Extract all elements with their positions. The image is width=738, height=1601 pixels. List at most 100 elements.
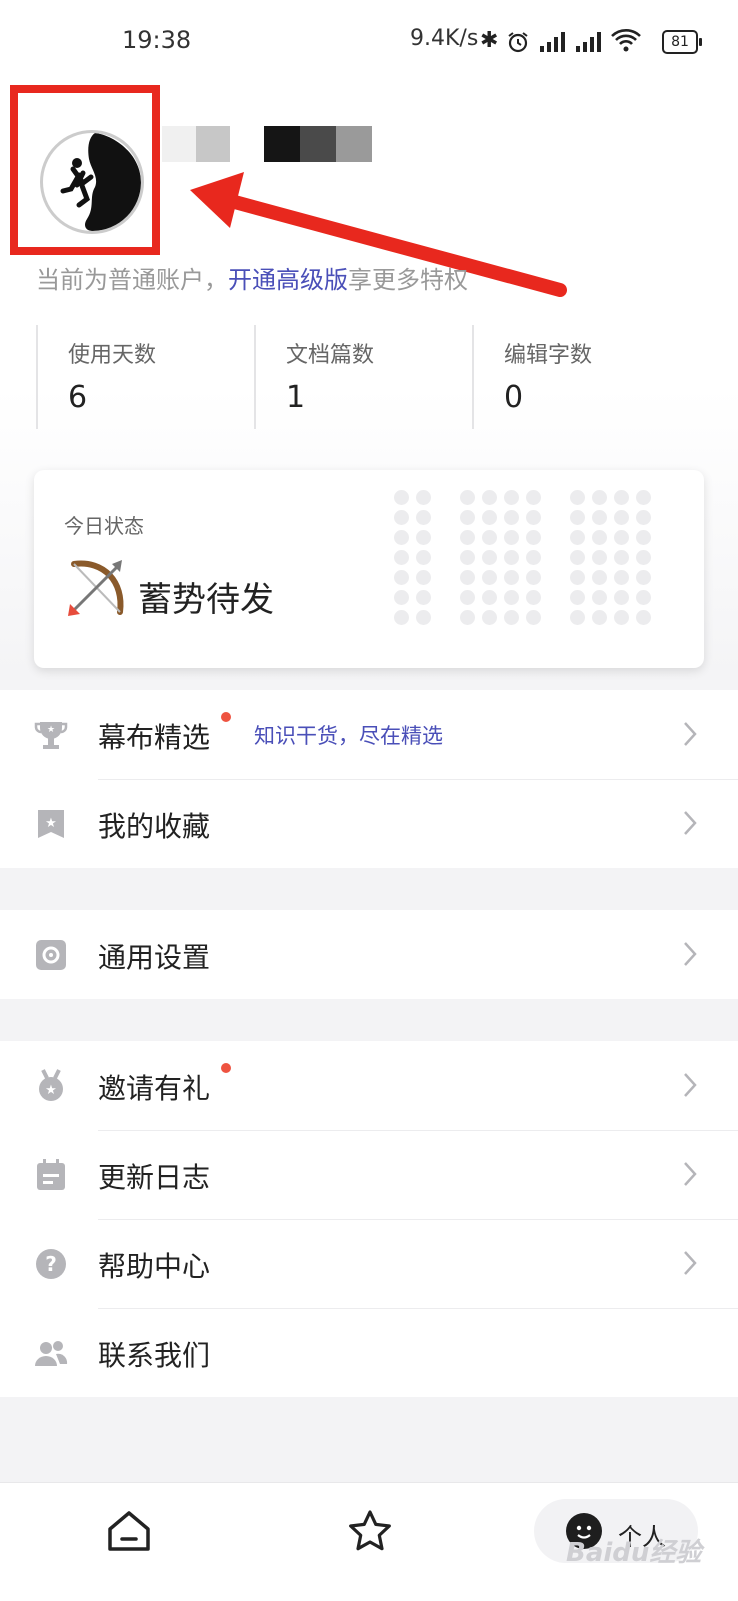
- pattern-dot: [592, 610, 607, 625]
- pattern-dot: [504, 570, 519, 585]
- menu-item-favorites[interactable]: ★ 我的收藏: [0, 779, 738, 869]
- chevron-right-icon: [684, 722, 697, 746]
- menu-item-subtitle: 知识干货，尽在精选: [254, 724, 443, 748]
- trophy-icon: ★: [34, 722, 68, 749]
- medal-icon: ★: [39, 1069, 63, 1101]
- home-icon[interactable]: [106, 1509, 152, 1553]
- menu-group-support: ★ 邀请有礼 更新日志 ? 帮助中心 联系我们: [0, 1041, 738, 1397]
- pattern-dot: [592, 570, 607, 585]
- network-speed: 9.4K/s: [410, 26, 479, 51]
- svg-text:★: ★: [47, 725, 55, 735]
- pattern-dot: [416, 590, 431, 605]
- avatar[interactable]: [40, 130, 144, 234]
- pattern-dot: [636, 550, 651, 565]
- pattern-dot: [482, 530, 497, 545]
- menu-item-label: 邀请有礼: [98, 1072, 211, 1105]
- climber-avatar-icon: [60, 133, 141, 231]
- menu-item-invite[interactable]: ★ 邀请有礼: [0, 1041, 738, 1131]
- chevron-right-icon: [684, 811, 697, 835]
- menu-item-featured[interactable]: ★ 幕布精选 知识干货，尽在精选: [0, 690, 738, 780]
- stat-days: 使用天数 6: [36, 325, 258, 429]
- users-icon: [35, 1341, 68, 1366]
- bow-arrow-icon: [68, 560, 124, 616]
- pattern-dot: [504, 610, 519, 625]
- alarm-icon: [508, 32, 528, 53]
- svg-text:★: ★: [45, 816, 57, 831]
- pattern-dot: [636, 530, 651, 545]
- pattern-dot: [636, 510, 651, 525]
- pattern-dot: [614, 550, 629, 565]
- chevron-right-icon: [684, 942, 697, 966]
- menu-item-settings[interactable]: 通用设置: [0, 910, 738, 1000]
- stat-value: 1: [286, 380, 306, 415]
- menu-item-changelog[interactable]: 更新日志: [0, 1130, 738, 1220]
- pattern-dot: [526, 530, 541, 545]
- menu-group-content: ★ 幕布精选 知识干货，尽在精选 ★ 我的收藏: [0, 690, 738, 868]
- avatar-highlight-box: [10, 85, 160, 255]
- pattern-dot: [504, 590, 519, 605]
- pattern-dot: [614, 530, 629, 545]
- pattern-dot: [526, 590, 541, 605]
- pattern-dot: [416, 530, 431, 545]
- pattern-dot: [416, 550, 431, 565]
- pattern-dot: [460, 530, 475, 545]
- stat-words: 编辑字数 0: [472, 325, 694, 429]
- menu-item-help[interactable]: ? 帮助中心: [0, 1219, 738, 1309]
- pattern-dot: [460, 490, 475, 505]
- pattern-dot: [394, 550, 409, 565]
- menu-item-label: 幕布精选: [98, 721, 211, 754]
- pattern-dot: [482, 490, 497, 505]
- pattern-dot: [614, 570, 629, 585]
- pattern-dot: [394, 510, 409, 525]
- pattern-dot: [482, 510, 497, 525]
- pattern-dot: [592, 590, 607, 605]
- menu-item-label: 联系我们: [98, 1339, 211, 1372]
- chevron-right-icon: [684, 1162, 697, 1186]
- pattern-dot: [526, 610, 541, 625]
- pattern-dot: [526, 550, 541, 565]
- pattern-dot: [570, 490, 585, 505]
- menu-item-label: 通用设置: [98, 941, 211, 974]
- account-benefit-text: 享更多特权: [348, 266, 468, 294]
- pattern-dot: [592, 490, 607, 505]
- pattern-dot: [614, 510, 629, 525]
- pattern-dot: [614, 490, 629, 505]
- stat-value: 6: [68, 380, 88, 415]
- pattern-dot: [460, 550, 475, 565]
- stat-value: 0: [504, 380, 524, 415]
- pattern-dot: [614, 610, 629, 625]
- new-badge-dot: [221, 1063, 231, 1073]
- pattern-dot: [416, 610, 431, 625]
- pattern-dot: [570, 570, 585, 585]
- menu-item-contact[interactable]: 联系我们: [0, 1308, 738, 1398]
- star-icon[interactable]: [348, 1509, 392, 1553]
- help-icon: ?: [36, 1249, 66, 1279]
- pattern-dot: [482, 590, 497, 605]
- pattern-dot: [504, 550, 519, 565]
- pattern-dot: [460, 510, 475, 525]
- pattern-dot: [504, 510, 519, 525]
- pattern-dot: [570, 510, 585, 525]
- today-status-value: 蓄势待发: [138, 580, 274, 620]
- pattern-dot: [592, 550, 607, 565]
- upgrade-link[interactable]: 开通高级版: [228, 266, 348, 294]
- chevron-right-icon: [684, 1073, 697, 1097]
- stat-docs: 文档篇数 1: [254, 325, 476, 429]
- pattern-dot: [636, 590, 651, 605]
- pattern-dot: [592, 530, 607, 545]
- stat-label: 使用天数: [68, 343, 157, 368]
- pattern-dot: [636, 610, 651, 625]
- menu-item-label: 更新日志: [98, 1161, 211, 1194]
- menu-group-settings: 通用设置: [0, 910, 738, 999]
- pattern-dot: [526, 510, 541, 525]
- pattern-dot: [394, 530, 409, 545]
- pattern-dot: [504, 530, 519, 545]
- pattern-dot: [570, 530, 585, 545]
- pattern-dot: [570, 610, 585, 625]
- pattern-dot: [526, 570, 541, 585]
- today-status-card[interactable]: 今日状态 蓄势待发: [34, 470, 704, 668]
- menu-item-label: 帮助中心: [98, 1250, 211, 1283]
- pattern-dot: [526, 490, 541, 505]
- signal-icon: [540, 32, 565, 52]
- new-badge-dot: [221, 712, 231, 722]
